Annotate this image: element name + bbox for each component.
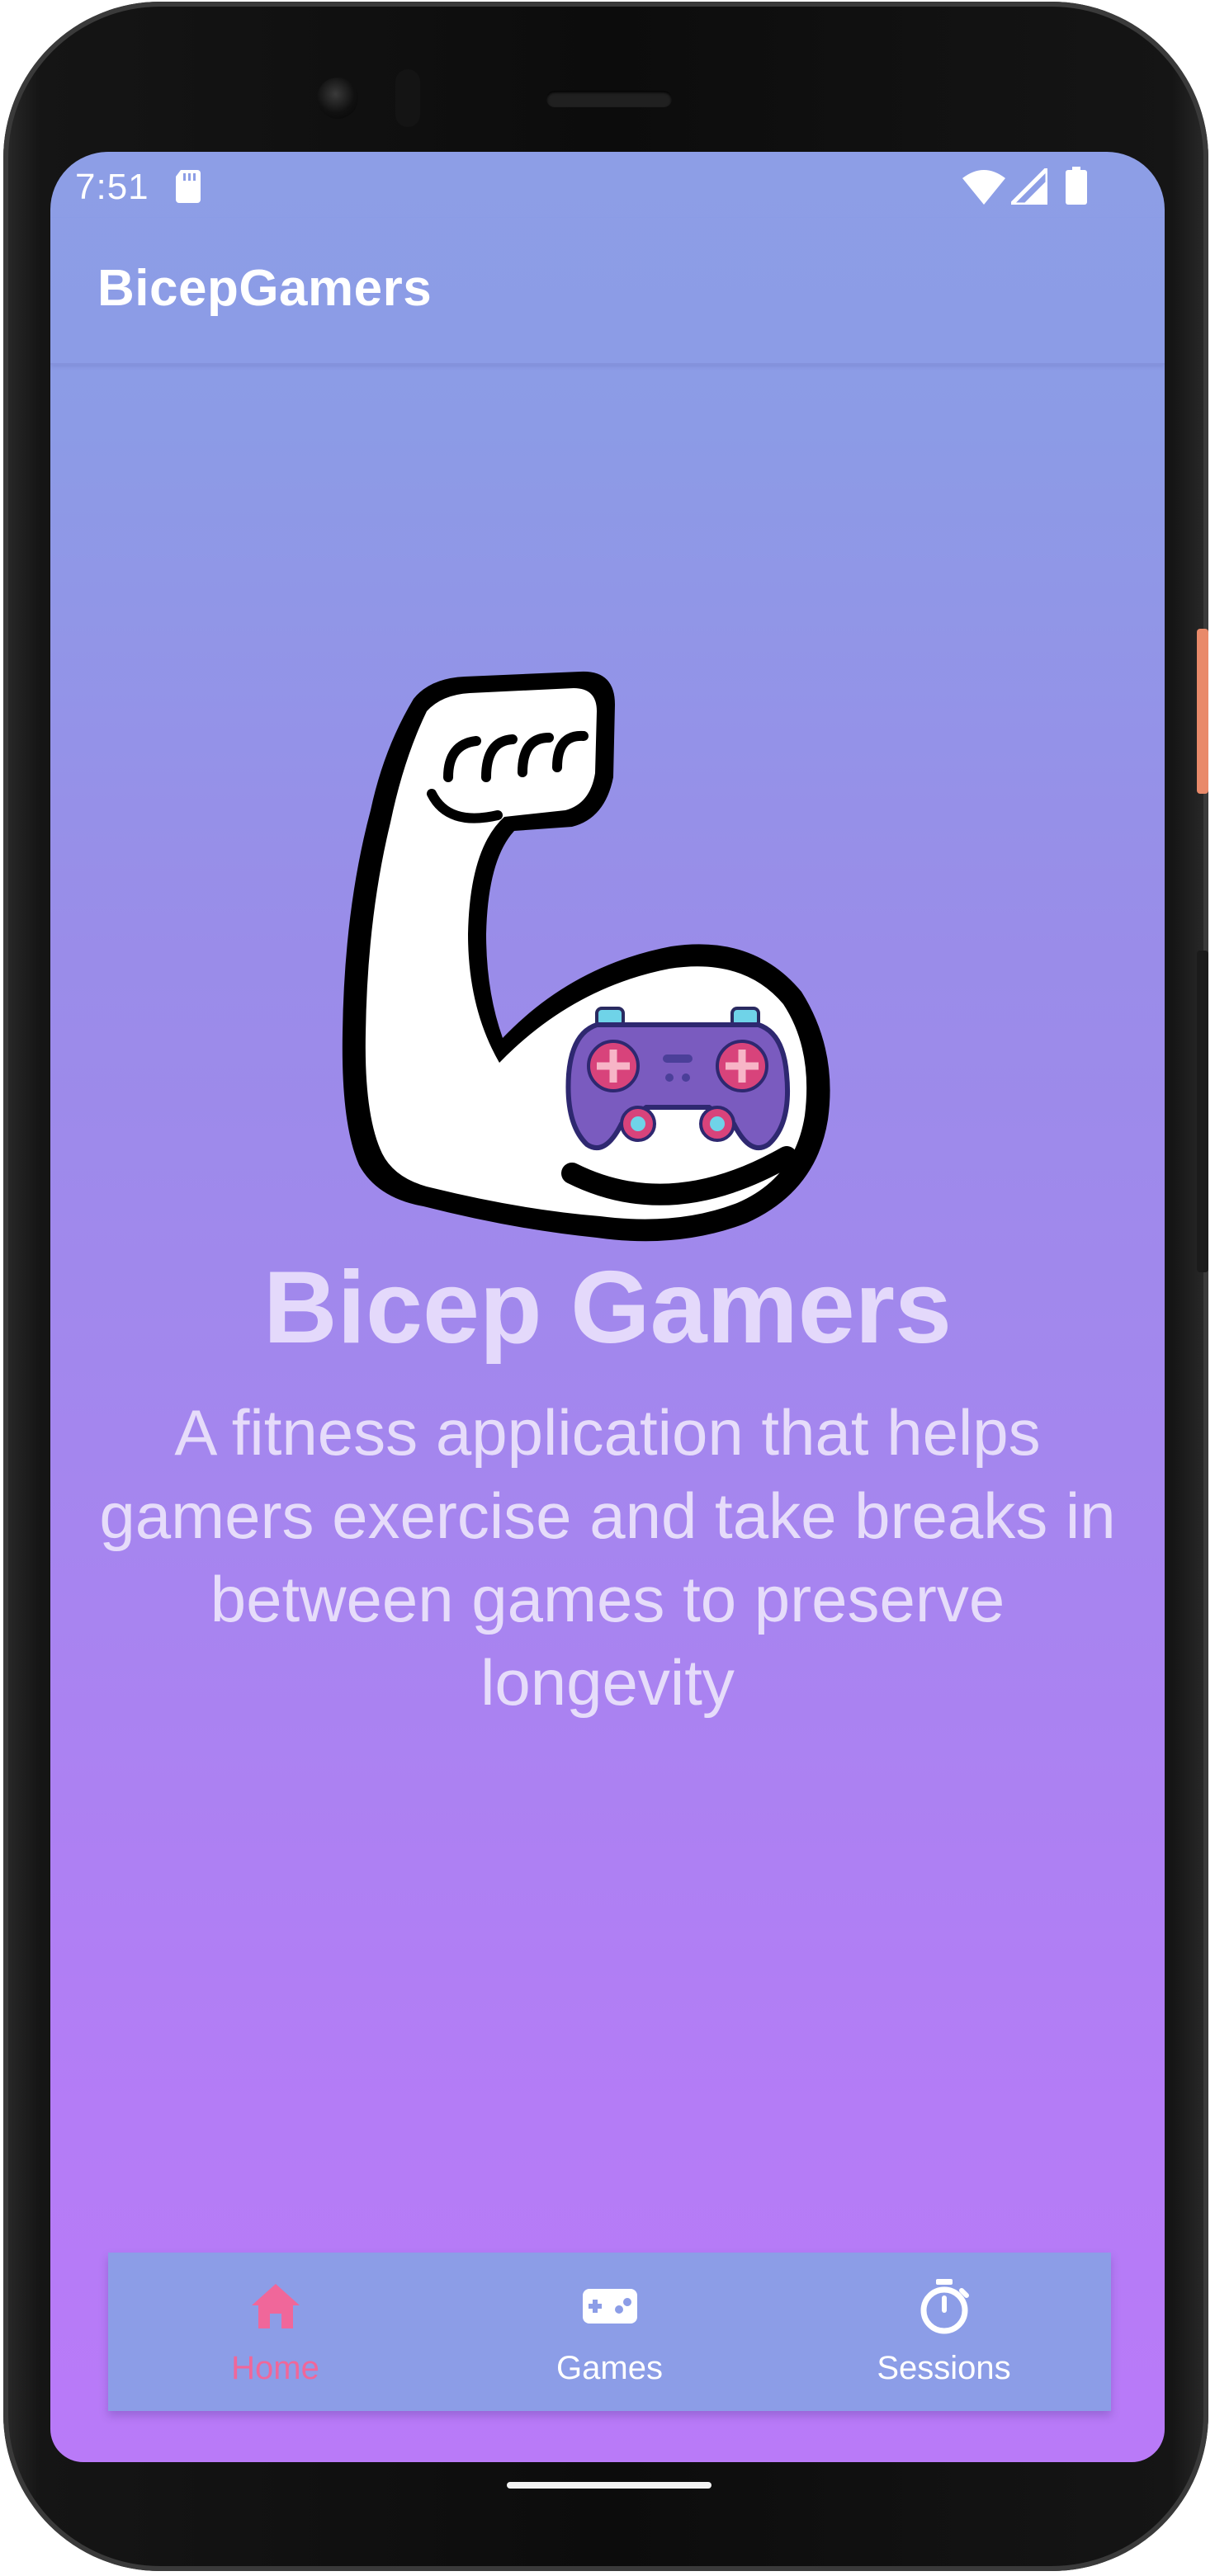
nav-label-home: Home xyxy=(231,2350,319,2386)
bottom-navigation: Home Games Sessions xyxy=(108,2253,1111,2411)
proximity-sensor xyxy=(395,69,420,127)
app-screen: 7:51 BicepGamers Bicep Gamers A fitness … xyxy=(50,152,1165,2462)
nav-item-sessions[interactable]: Sessions xyxy=(777,2253,1111,2411)
phone-frame: 7:51 BicepGamers Bicep Gamers A fitness … xyxy=(3,2,1208,2571)
battery-icon xyxy=(1066,167,1087,205)
hero-description: A fitness application that helps gamers … xyxy=(99,1396,1116,1719)
wifi-icon xyxy=(962,170,1005,205)
gamepad-icon xyxy=(582,2289,637,2324)
status-bar: 7:51 xyxy=(50,152,1165,218)
hero-title: Bicep Gamers xyxy=(263,1251,952,1365)
front-camera xyxy=(317,78,358,119)
stopwatch-icon xyxy=(920,2279,969,2334)
nav-item-games[interactable]: Games xyxy=(442,2253,777,2411)
app-bar: BicepGamers xyxy=(50,218,1165,365)
sd-card-icon xyxy=(176,170,201,203)
home-icon xyxy=(251,2284,300,2328)
power-button xyxy=(1197,629,1208,794)
nav-label-sessions: Sessions xyxy=(877,2350,1011,2386)
volume-button xyxy=(1197,951,1208,1272)
signal-icon xyxy=(1011,168,1047,205)
nav-label-games: Games xyxy=(556,2350,663,2386)
status-time: 7:51 xyxy=(75,167,149,207)
nav-item-home[interactable]: Home xyxy=(108,2253,442,2411)
home-gesture-bar[interactable] xyxy=(507,2482,712,2489)
earpiece-speaker xyxy=(546,91,672,107)
app-title: BicepGamers xyxy=(97,260,433,317)
